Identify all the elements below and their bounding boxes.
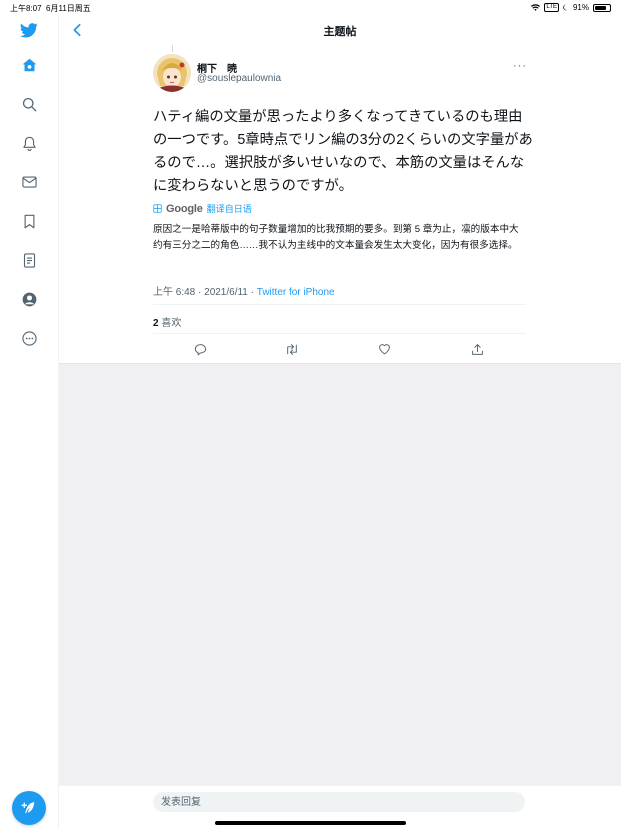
top-header: 主题帖 (59, 14, 621, 46)
tweet-source-link[interactable]: Twitter for iPhone (257, 287, 335, 298)
tweet-detail: 桐下 暁 @souslepaulownia ··· ハティ編の文量が思ったより多… (59, 45, 621, 363)
battery-level (595, 5, 606, 10)
divider (153, 333, 526, 334)
translated-from-label[interactable]: 翻译自日语 (207, 202, 252, 215)
like-heart-icon[interactable] (376, 341, 392, 357)
tweet-text: ハティ編の文量が思ったより多くなってきているのも理由の一つです。5章時点でリン編… (153, 109, 533, 194)
wifi-icon (531, 4, 541, 11)
status-date: 6月11日周五 (46, 4, 91, 13)
moon-icon (563, 4, 568, 11)
divider (153, 304, 526, 305)
search-icon[interactable] (19, 94, 39, 114)
likes-stat[interactable]: 2 喜欢 (153, 314, 181, 329)
share-icon[interactable] (469, 341, 485, 357)
retweet-icon[interactable] (284, 341, 300, 357)
profile-icon[interactable] (19, 289, 39, 309)
globe-icon (153, 204, 162, 213)
translate-row[interactable]: Google 翻译自日语 (153, 202, 252, 215)
network-badge: LTE (544, 3, 559, 12)
tweet-meta: 上午 6:48 · 2021/6/11 · Twitter for iPhone (153, 283, 335, 298)
twitter-bird-icon[interactable] (19, 20, 39, 40)
page-title: 主题帖 (323, 26, 357, 38)
google-logo-text: Google (166, 202, 203, 215)
home-indicator (215, 821, 406, 825)
avatar[interactable] (153, 54, 191, 92)
home-icon[interactable] (19, 55, 39, 75)
lists-icon[interactable] (19, 250, 39, 270)
reply-icon[interactable] (192, 341, 208, 357)
tweet-timestamp: 上午 6:48 · 2021/6/11 · (153, 287, 257, 298)
translated-text: 原因之一是哈蒂版中的句子数量增加的比我预期的要多。到第 5 章为止，凛的版本中大… (153, 224, 519, 251)
status-time-date: 上午8:07 6月11日周五 (10, 3, 91, 14)
status-indicators: LTE 91% (531, 3, 611, 12)
battery-icon (593, 3, 611, 12)
messages-envelope-icon[interactable] (19, 172, 39, 192)
status-time: 上午8:07 (10, 4, 42, 13)
status-bar: 上午8:07 6月11日周五 LTE 91% (0, 0, 621, 14)
thread-connector-line (172, 45, 173, 52)
tweet-actions (153, 341, 526, 357)
likes-label: 喜欢 (161, 318, 182, 329)
likes-count: 2 (153, 318, 159, 329)
battery-percent: 91% (572, 3, 589, 12)
empty-replies-area (59, 363, 621, 786)
google-logo: Google (166, 203, 203, 215)
compose-feather-icon[interactable] (12, 791, 46, 825)
more-options-icon[interactable] (19, 328, 39, 348)
author-handle[interactable]: @souslepaulownia (197, 73, 281, 84)
tweet-more-icon[interactable]: ··· (513, 60, 527, 72)
bookmarks-icon[interactable] (19, 211, 39, 231)
sidebar (0, 14, 59, 829)
reply-input[interactable] (153, 792, 525, 812)
notifications-bell-icon[interactable] (19, 133, 39, 153)
